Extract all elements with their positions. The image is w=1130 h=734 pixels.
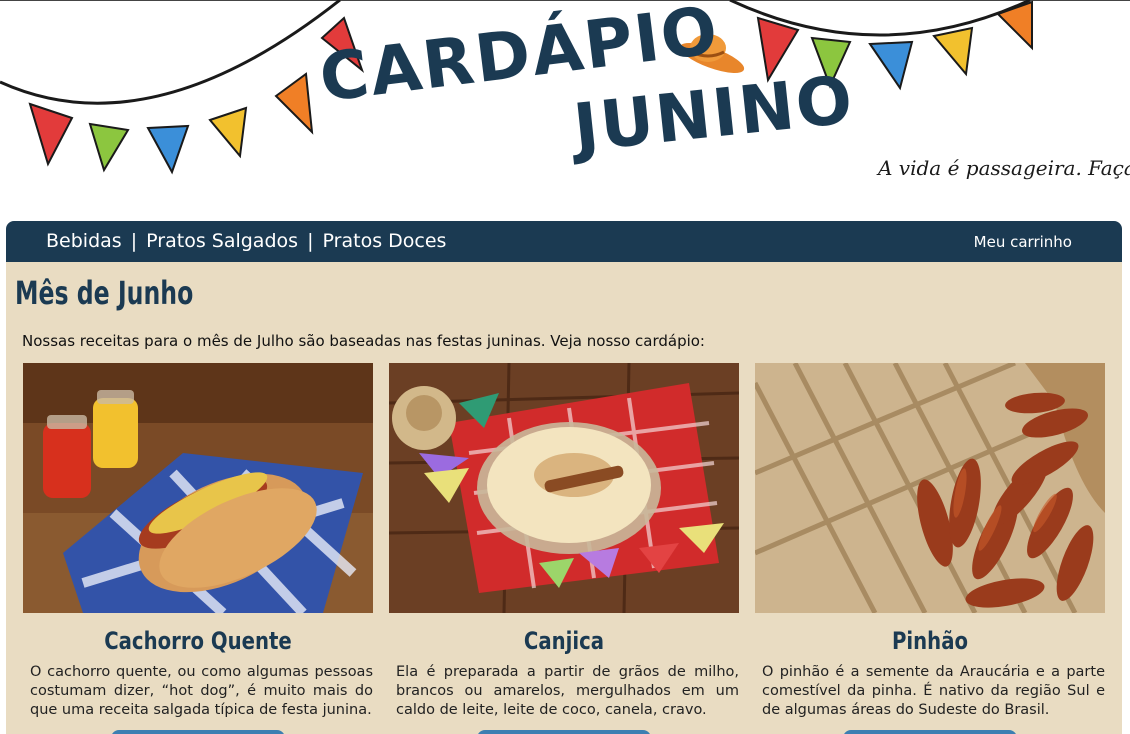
nav-link-pratos-doces[interactable]: Pratos Doces bbox=[323, 230, 447, 252]
pinhao-image bbox=[755, 363, 1105, 613]
menu-card-canjica: Canjica Ela é preparada a partir de grão… bbox=[389, 363, 739, 720]
card-description: O pinhão é a semente da Araucária e a pa… bbox=[762, 664, 1105, 718]
header: CARDÁPIO JUNINO A vida é passageira. Faç… bbox=[0, 0, 1130, 215]
main-content: Mês de Junho Nossas receitas para o mês … bbox=[6, 262, 1122, 734]
card-description: Ela é preparada a partir de grãos de mil… bbox=[396, 664, 739, 718]
nav-separator: | bbox=[307, 230, 314, 252]
menu-card-pinhao: Pinhão O pinhão é a semente da Araucária… bbox=[755, 363, 1105, 720]
top-nav: Bebidas | Pratos Salgados | Pratos Doces… bbox=[6, 221, 1122, 262]
card-title: Pinhão bbox=[891, 627, 968, 655]
nav-links: Bebidas | Pratos Salgados | Pratos Doces bbox=[46, 230, 446, 252]
nav-separator: | bbox=[130, 230, 138, 252]
tagline: A vida é passageira. Faça o bbox=[878, 156, 1130, 180]
nav-link-bebidas[interactable]: Bebidas bbox=[46, 230, 122, 252]
card-title: Cachorro Quente bbox=[104, 627, 292, 655]
add-to-cart-button[interactable] bbox=[111, 730, 285, 734]
canjica-image bbox=[389, 363, 739, 613]
cart-link[interactable]: Meu carrinho bbox=[974, 233, 1072, 251]
intro-text: Nossas receitas para o mês de Julho são … bbox=[22, 332, 705, 350]
add-to-cart-button[interactable] bbox=[477, 730, 651, 734]
card-description: O cachorro quente, ou como algumas pesso… bbox=[30, 664, 373, 718]
hot-dog-image bbox=[23, 363, 373, 613]
nav-link-pratos-salgados[interactable]: Pratos Salgados bbox=[146, 230, 298, 252]
add-to-cart-button[interactable] bbox=[843, 730, 1017, 734]
page-title: Mês de Junho bbox=[15, 274, 194, 312]
card-title: Canjica bbox=[523, 627, 605, 655]
menu-card-cachorro-quente: Cachorro Quente O cachorro quente, ou co… bbox=[23, 363, 373, 720]
